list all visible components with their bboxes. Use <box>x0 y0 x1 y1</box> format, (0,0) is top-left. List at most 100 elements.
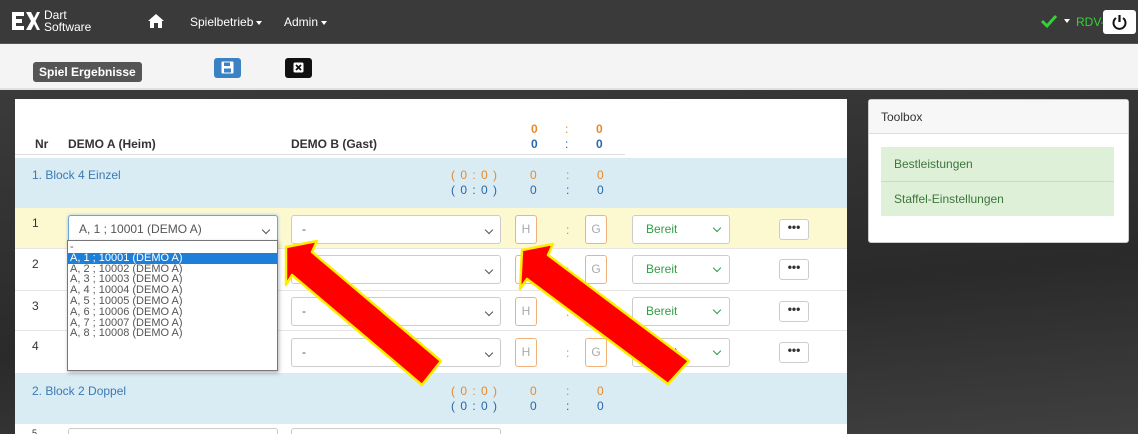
more-options-button[interactable]: ••• <box>779 259 809 280</box>
block-guest-orange: 0 <box>597 384 604 398</box>
toolbox-panel: Toolbox Bestleistungen Staffel-Einstellu… <box>868 99 1129 243</box>
home-score-input[interactable]: H <box>515 255 537 284</box>
total-guest-orange: 0 <box>596 122 603 136</box>
total-guest-blue: 0 <box>596 137 603 151</box>
total-home-blue: 0 <box>531 137 538 151</box>
page-title: Spiel Ergebnisse <box>33 62 142 82</box>
block-home-orange: 0 <box>530 168 537 182</box>
home-score-input[interactable]: H <box>515 338 537 367</box>
block-guest-blue: 0 <box>597 399 604 413</box>
block-home-blue: 0 <box>530 399 537 413</box>
chevron-down-icon <box>484 265 494 275</box>
header-home-team: DEMO A (Heim) <box>68 137 156 151</box>
guest-player-select[interactable] <box>291 428 501 434</box>
status-select[interactable]: Bereit <box>632 215 730 244</box>
home-score-input[interactable]: H <box>515 297 537 326</box>
chevron-down-icon <box>484 307 494 317</box>
toolbox-item-bestleistungen[interactable]: Bestleistungen <box>881 147 1114 181</box>
block-title: 2. Block 2 Doppel <box>32 384 127 398</box>
guest-player-select[interactable]: - <box>291 297 501 326</box>
menu-spielbetrieb[interactable]: Spielbetrieb <box>190 15 263 29</box>
cancel-button[interactable] <box>285 58 312 78</box>
guest-player-select[interactable]: - <box>291 215 501 244</box>
score-separator: : <box>566 263 570 277</box>
block-score-sub: ( 0 : 0 ) <box>451 399 499 413</box>
block-sep: : <box>566 168 570 182</box>
home-player-dropdown-list[interactable]: - A, 1 ; 10001 (DEMO A) A, 2 ; 10002 (DE… <box>67 240 278 371</box>
block-sep: : <box>566 384 570 398</box>
close-icon <box>293 62 304 73</box>
chevron-down-icon <box>256 20 263 25</box>
block-row: 2. Block 2 Doppel ( 0 : 0 ) ( 0 : 0 ) 0 … <box>15 374 847 424</box>
more-options-button[interactable]: ••• <box>779 301 809 322</box>
row-number: 2 <box>32 257 39 271</box>
block-sep: : <box>566 183 570 197</box>
more-options-button[interactable]: ••• <box>779 342 809 363</box>
more-options-button[interactable]: ••• <box>779 219 809 240</box>
top-navbar: Dart Software Spielbetrieb Admin RDV-F <box>0 0 1138 44</box>
save-button[interactable] <box>214 58 241 78</box>
score-separator: : <box>566 346 570 360</box>
guest-score-input[interactable]: G <box>585 297 607 326</box>
status-value: Bereit <box>646 222 678 236</box>
block-score-sub: ( 0 : 0 ) <box>451 168 499 182</box>
total-sep-orange: : <box>565 122 569 136</box>
chevron-down-icon <box>712 223 722 233</box>
menu-admin-label: Admin <box>284 15 319 29</box>
game-row: 5 <box>15 424 847 434</box>
guest-score-input[interactable]: G <box>585 338 607 367</box>
block-guest-blue: 0 <box>597 183 604 197</box>
logo-line-2: Software <box>44 20 92 34</box>
block-sep: : <box>566 399 570 413</box>
block-guest-orange: 0 <box>597 168 604 182</box>
header-guest-team: DEMO B (Gast) <box>291 137 378 151</box>
logout-button[interactable] <box>1103 10 1136 34</box>
score-separator: : <box>566 305 570 319</box>
power-icon <box>1112 15 1127 30</box>
block-row: 1. Block 4 Einzel ( 0 : 0 ) ( 0 : 0 ) 0 … <box>15 158 847 208</box>
status-value: Bereit <box>646 262 678 276</box>
score-separator: : <box>566 223 570 237</box>
home-player-value: A, 1 ; 10001 (DEMO A) <box>79 222 202 236</box>
check-icon[interactable] <box>1040 13 1058 29</box>
chevron-down-icon <box>321 20 328 25</box>
status-select[interactable]: Bereit <box>632 297 730 326</box>
toolbox-title: Toolbox <box>869 100 1128 134</box>
menu-spielbetrieb-label: Spielbetrieb <box>190 15 254 29</box>
total-sep-blue: : <box>565 137 569 151</box>
save-icon <box>221 61 234 74</box>
home-player-select[interactable] <box>68 428 278 434</box>
header-nr: Nr <box>35 137 49 151</box>
guest-player-value: - <box>302 304 306 318</box>
menu-admin[interactable]: Admin <box>284 15 328 29</box>
chevron-down-icon <box>712 263 722 273</box>
brand-logo[interactable]: Dart Software <box>10 8 130 38</box>
guest-player-value: - <box>302 262 306 276</box>
total-home-orange: 0 <box>531 122 538 136</box>
dropdown-option[interactable]: A, 8 ; 10008 (DEMO A) <box>68 328 277 339</box>
block-score-sub: ( 0 : 0 ) <box>451 183 499 197</box>
status-value: Bereit <box>646 345 678 359</box>
chevron-down-icon[interactable] <box>1064 19 1070 23</box>
guest-player-value: - <box>302 345 306 359</box>
chevron-down-icon <box>484 225 494 235</box>
dropdown-option[interactable]: A, 6 ; 10006 (DEMO A) <box>68 306 277 318</box>
status-select[interactable]: Bereit <box>632 338 730 367</box>
chevron-down-icon <box>712 305 722 315</box>
row-number: 5 <box>32 428 38 434</box>
guest-player-select[interactable]: - <box>291 255 501 284</box>
dropdown-option-selected[interactable]: A, 1 ; 10001 (DEMO A) <box>68 252 277 264</box>
chevron-down-icon <box>261 225 271 235</box>
block-score-sub: ( 0 : 0 ) <box>451 384 499 398</box>
guest-score-input[interactable]: G <box>585 255 607 284</box>
guest-player-value: - <box>302 222 306 236</box>
status-select[interactable]: Bereit <box>632 255 730 284</box>
row-number: 3 <box>32 299 39 313</box>
home-icon[interactable] <box>147 13 165 29</box>
toolbox-item-staffel-einstellungen[interactable]: Staffel-Einstellungen <box>881 182 1114 216</box>
row-number: 1 <box>32 216 39 230</box>
guest-player-select[interactable]: - <box>291 338 501 367</box>
home-score-input[interactable]: H <box>515 215 537 244</box>
guest-score-input[interactable]: G <box>585 215 607 244</box>
logo-mark-icon <box>12 12 40 30</box>
